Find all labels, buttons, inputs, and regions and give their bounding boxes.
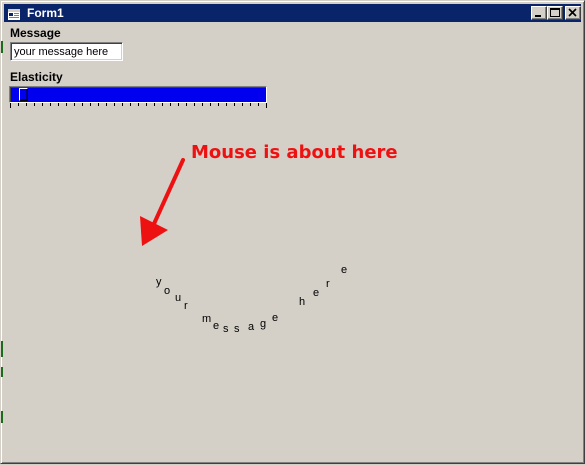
maximize-button[interactable] xyxy=(547,6,563,20)
curve-letter: g xyxy=(260,318,267,330)
form-icon xyxy=(8,7,20,20)
curve-letter: e xyxy=(313,287,320,299)
elasticity-slider-thumb[interactable] xyxy=(19,88,29,101)
minimize-icon xyxy=(535,15,541,17)
curve-letter: y xyxy=(156,276,162,288)
maximize-icon xyxy=(550,8,560,17)
curve-letter: s xyxy=(234,323,240,335)
curve-letter: h xyxy=(299,296,306,308)
curve-letter: u xyxy=(175,292,182,304)
annotation-text: Mouse is about here xyxy=(191,142,398,163)
close-button[interactable] xyxy=(565,6,581,20)
message-label: Message xyxy=(10,26,61,40)
curve-letter: s xyxy=(223,323,229,335)
minimize-button[interactable] xyxy=(531,6,547,20)
curve-letter: e xyxy=(272,312,279,324)
message-input[interactable] xyxy=(10,42,123,61)
window-title: Form1 xyxy=(27,6,64,20)
title-bar[interactable]: Form1 xyxy=(4,4,581,22)
curve-letter: o xyxy=(164,285,171,297)
curve-letter: e xyxy=(341,264,348,276)
curve-letter: r xyxy=(184,300,188,312)
curve-letter: a xyxy=(248,321,255,333)
curve-letter: e xyxy=(213,320,220,332)
curve-letter: m xyxy=(202,313,212,325)
curve-letter: r xyxy=(326,278,330,290)
arrow-icon xyxy=(140,158,185,246)
elasticity-label: Elasticity xyxy=(10,70,63,84)
slider-ticks xyxy=(10,103,267,108)
form-window: Form1 Message Elasticity Mouse is about … xyxy=(0,0,585,464)
window-edge-marks xyxy=(1,41,3,423)
elasticity-slider[interactable] xyxy=(9,86,267,103)
close-icon xyxy=(568,8,577,17)
